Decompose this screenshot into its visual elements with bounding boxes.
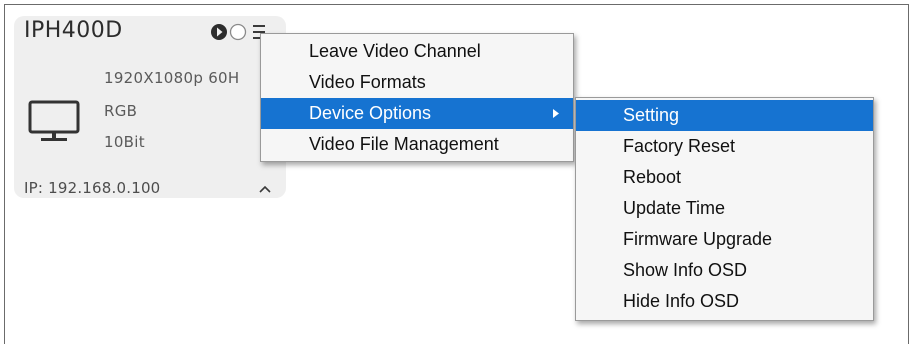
submenu-item-update-time[interactable]: Update Time xyxy=(576,193,873,224)
menu-item-label: Update Time xyxy=(623,198,726,218)
submenu-item-setting[interactable]: Setting xyxy=(576,100,873,131)
submenu-item-hide-info-osd[interactable]: Hide Info OSD xyxy=(576,286,873,317)
circle-icon[interactable] xyxy=(229,23,247,41)
arrow-right-icon xyxy=(553,109,559,118)
chevron-up-icon[interactable] xyxy=(258,184,272,194)
resolution-label: 1920X1080p 60H xyxy=(104,69,240,87)
color-space-label: RGB xyxy=(104,102,138,120)
menu-item-video-formats[interactable]: Video Formats xyxy=(261,67,573,98)
monitor-icon xyxy=(28,100,80,141)
submenu-item-firmware-upgrade[interactable]: Firmware Upgrade xyxy=(576,224,873,255)
menu-item-label: Hide Info OSD xyxy=(623,291,740,311)
device-card[interactable]: IPH400D 1920X1080p 60H RGB 10Bit IP: 192… xyxy=(14,16,286,198)
menu-item-label: Video File Management xyxy=(309,134,499,154)
device-options-submenu: Setting Factory Reset Reboot Update Time… xyxy=(575,97,874,321)
submenu-item-show-info-osd[interactable]: Show Info OSD xyxy=(576,255,873,286)
submenu-item-factory-reset[interactable]: Factory Reset xyxy=(576,131,873,162)
bit-depth-label: 10Bit xyxy=(104,133,145,151)
menu-item-label: Leave Video Channel xyxy=(309,41,481,61)
submenu-item-reboot[interactable]: Reboot xyxy=(576,162,873,193)
menu-item-label: Firmware Upgrade xyxy=(623,229,773,249)
menu-item-label: Video Formats xyxy=(309,72,426,92)
context-menu: Leave Video Channel Video Formats Device… xyxy=(260,33,574,162)
device-name: IPH400D xyxy=(24,18,123,43)
play-icon[interactable] xyxy=(210,23,228,41)
ip-address: IP: 192.168.0.100 xyxy=(24,179,161,197)
menu-item-video-file-management[interactable]: Video File Management xyxy=(261,129,573,160)
menu-item-label: Show Info OSD xyxy=(623,260,748,280)
menu-item-label: Factory Reset xyxy=(623,136,736,156)
menu-item-label: Device Options xyxy=(309,103,432,123)
menu-item-label: Reboot xyxy=(623,167,682,187)
menu-item-leave-video-channel[interactable]: Leave Video Channel xyxy=(261,36,573,67)
menu-item-device-options[interactable]: Device Options xyxy=(261,98,573,129)
menu-item-label: Setting xyxy=(623,105,680,125)
